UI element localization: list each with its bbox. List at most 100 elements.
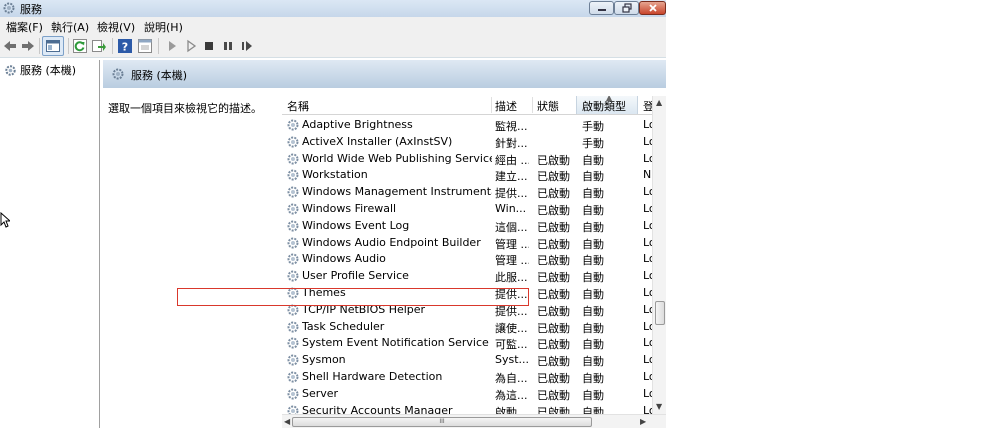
horizontal-scroll-thumb[interactable]: III bbox=[292, 417, 592, 427]
table-row[interactable]: World Wide Web Publishing Service 經由 ... 已… bbox=[282, 150, 666, 167]
service-name: Windows Audio bbox=[302, 252, 386, 266]
service-status: 已啟動 bbox=[537, 321, 570, 335]
sysmon-highlight-box bbox=[177, 288, 529, 306]
table-row[interactable]: System Event Notification Service 可監... 已啟… bbox=[282, 334, 666, 351]
table-row[interactable]: Windows Event Log 這個... 已啟動 自動 Lo bbox=[282, 217, 666, 234]
column-divider[interactable] bbox=[532, 97, 533, 113]
table-row[interactable]: Adaptive Brightness 監視... 手動 Lo bbox=[282, 116, 666, 133]
export-list-icon[interactable] bbox=[91, 38, 107, 54]
table-row[interactable]: Windows Audio Endpoint Builder 管理 ... 已啟動自… bbox=[282, 234, 666, 251]
toolbar-separator bbox=[39, 38, 40, 54]
scroll-left-arrow-icon[interactable]: ◀ bbox=[284, 417, 290, 426]
service-description: 這個... bbox=[495, 220, 528, 234]
svg-text:?: ? bbox=[122, 41, 128, 54]
column-header-status[interactable]: 狀態 bbox=[537, 98, 559, 114]
scroll-right-arrow-icon[interactable]: ▶ bbox=[640, 417, 646, 426]
start-service-icon[interactable] bbox=[164, 38, 180, 54]
pane-header: 服務 (本機) bbox=[103, 60, 666, 88]
service-startup-type: 自動 bbox=[582, 388, 604, 402]
service-status: 已啟動 bbox=[537, 338, 570, 352]
service-status: 已啟動 bbox=[537, 254, 570, 268]
table-row[interactable]: Windows Firewall Win... 已啟動 自動 Lo bbox=[282, 200, 666, 217]
service-status: 已啟動 bbox=[537, 203, 570, 217]
service-description: 管理 ... bbox=[495, 254, 529, 268]
scroll-down-arrow-icon[interactable]: ▼ bbox=[656, 402, 662, 411]
service-name: Server bbox=[302, 386, 339, 400]
services-rows: Adaptive Brightness 監視... 手動 Lo ActiveX Inst… bbox=[282, 116, 666, 419]
toolbar-separator bbox=[158, 38, 159, 54]
table-row[interactable]: Shell Hardware Detection 為自... 已啟動 自動 Lo bbox=[282, 368, 666, 385]
pause-service-icon[interactable] bbox=[220, 38, 236, 54]
menu-bar: 檔案(F) 執行(A) 檢視(V) 說明(H) bbox=[0, 17, 666, 35]
vertical-scrollbar[interactable]: ▲ ▼ bbox=[652, 96, 666, 414]
service-name: Task Scheduler bbox=[302, 319, 385, 333]
scroll-up-arrow-icon[interactable]: ▲ bbox=[656, 98, 662, 107]
minimize-button[interactable] bbox=[589, 1, 614, 15]
properties-icon[interactable] bbox=[137, 38, 153, 54]
vertical-scroll-thumb[interactable] bbox=[655, 301, 665, 325]
horizontal-scrollbar[interactable]: ◀ III ▶ bbox=[282, 414, 666, 428]
menu-action[interactable]: 執行(A) bbox=[51, 19, 89, 35]
table-row[interactable]: Windows Audio 管理 ... 已啟動 自動 Lo bbox=[282, 250, 666, 267]
menu-file[interactable]: 檔案(F) bbox=[6, 19, 43, 35]
table-row[interactable]: ActiveX Installer (AxInstSV) 針對... 手動 Lo bbox=[282, 133, 666, 150]
column-header-name[interactable]: 名稱 bbox=[287, 98, 309, 114]
service-name: System Event Notification Service bbox=[302, 336, 489, 350]
service-description: 提供... bbox=[495, 187, 528, 201]
service-name: Adaptive Brightness bbox=[302, 118, 413, 131]
services-gear-icon bbox=[4, 64, 20, 77]
tree-item-services-local[interactable]: 服務 (本機) bbox=[4, 62, 76, 78]
back-arrow-icon[interactable] bbox=[2, 38, 18, 54]
service-startup-type: 自動 bbox=[582, 254, 604, 268]
column-header-description[interactable]: 描述 bbox=[495, 98, 517, 114]
service-status: 已啟動 bbox=[537, 355, 570, 369]
service-name: User Profile Service bbox=[302, 269, 409, 283]
refresh-icon[interactable] bbox=[72, 38, 88, 54]
service-description: 監視... bbox=[495, 120, 528, 133]
table-row[interactable]: Windows Management Instrumentation提供... 已… bbox=[282, 183, 666, 200]
service-description: Syst... bbox=[495, 353, 529, 367]
title-bar[interactable]: 服務 bbox=[0, 0, 666, 17]
service-description: 讓使... bbox=[495, 321, 528, 335]
help-icon[interactable]: ? bbox=[117, 38, 133, 54]
service-name: ActiveX Installer (AxInstSV) bbox=[302, 134, 453, 148]
table-row[interactable]: Task Scheduler 讓使... 已啟動 自動 Lo bbox=[282, 318, 666, 335]
service-startup-type: 自動 bbox=[582, 237, 604, 251]
service-startup-type: 自動 bbox=[582, 287, 604, 301]
service-status: 已啟動 bbox=[537, 220, 570, 234]
service-name: Shell Hardware Detection bbox=[302, 369, 443, 383]
service-startup-type: 自動 bbox=[582, 271, 604, 285]
service-startup-type: 自動 bbox=[582, 355, 604, 369]
service-status: 已啟動 bbox=[537, 187, 570, 201]
service-startup-type: 手動 bbox=[582, 136, 604, 150]
service-name: Windows Firewall bbox=[302, 201, 397, 215]
table-row[interactable]: Workstation 建立... 已啟動 自動 N bbox=[282, 166, 666, 183]
column-header-row: ▲ 名稱 描述 狀態 啟動類型 登 bbox=[282, 96, 666, 115]
column-divider[interactable] bbox=[491, 97, 492, 113]
service-status: 已啟動 bbox=[537, 153, 570, 167]
services-gear-icon bbox=[2, 1, 16, 18]
service-description: Win... bbox=[495, 201, 527, 215]
restart-service-icon[interactable] bbox=[239, 38, 255, 54]
service-name: Sysmon bbox=[302, 353, 346, 367]
menu-view[interactable]: 檢視(V) bbox=[97, 19, 135, 35]
menu-help[interactable]: 說明(H) bbox=[144, 19, 183, 35]
table-row[interactable]: User Profile Service 此服... 已啟動 自動 Lo bbox=[282, 267, 666, 284]
start-service-alt-icon[interactable] bbox=[183, 38, 199, 54]
window-title: 服務 bbox=[20, 3, 42, 16]
forward-arrow-icon[interactable] bbox=[20, 38, 36, 54]
service-description: 此服... bbox=[495, 271, 528, 285]
service-name: Workstation bbox=[302, 168, 368, 182]
console-tree-icon bbox=[45, 38, 61, 54]
service-name: Windows Management Instrumentation bbox=[302, 185, 492, 199]
column-header-startup-type[interactable]: 啟動類型 bbox=[582, 98, 626, 114]
close-button[interactable] bbox=[639, 1, 666, 15]
stop-service-icon[interactable] bbox=[201, 38, 217, 54]
service-description: 可監... bbox=[495, 338, 528, 352]
services-list: ▲ 名稱 描述 狀態 啟動類型 登 Adaptive Brightness 監視.… bbox=[282, 96, 666, 428]
table-row[interactable]: Server 為這... 已啟動 自動 Lo bbox=[282, 385, 666, 402]
service-status: 已啟動 bbox=[537, 170, 570, 184]
service-name: Windows Audio Endpoint Builder bbox=[302, 235, 481, 249]
table-row-sysmon[interactable]: Sysmon Syst... 已啟動 自動 Lo bbox=[282, 351, 666, 368]
restore-button[interactable] bbox=[614, 1, 639, 15]
